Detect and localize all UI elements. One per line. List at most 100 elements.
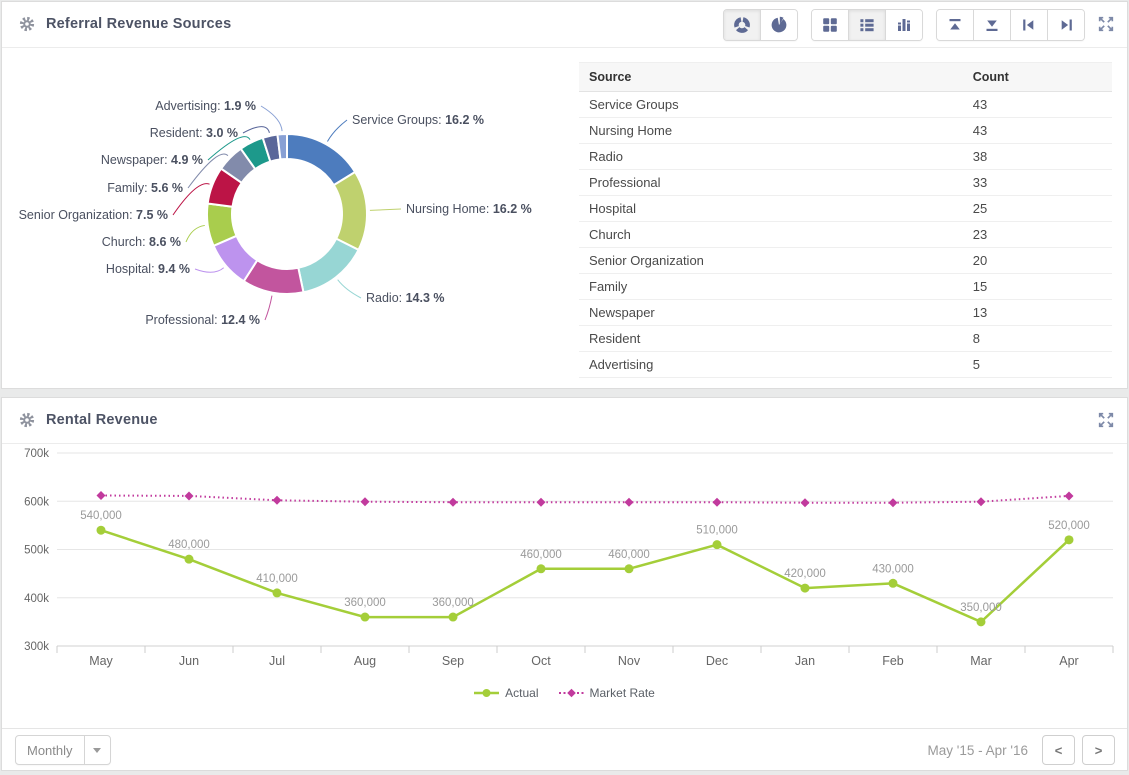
- table-row: Advertising5: [579, 352, 1112, 378]
- expand-panel-button[interactable]: [1097, 15, 1115, 33]
- market-rate-marker: [361, 497, 370, 506]
- x-axis-category-label: Jun: [179, 654, 199, 668]
- source-cell: Professional: [579, 170, 963, 196]
- x-axis-category-label: Apr: [1059, 654, 1078, 668]
- page-title: Rental Revenue: [46, 412, 158, 428]
- donut-slice-label: Nursing Home: 16.2 %: [406, 202, 532, 216]
- expand-icon: [1097, 15, 1115, 33]
- actual-marker: [889, 579, 898, 588]
- interval-select[interactable]: Monthly: [15, 735, 111, 765]
- source-cell: Family: [579, 274, 963, 300]
- gear-icon: [18, 411, 36, 429]
- count-cell: 43: [963, 118, 1112, 144]
- actual-series-line: [101, 530, 1069, 622]
- actual-marker: [713, 540, 722, 549]
- data-label: 360,000: [344, 597, 386, 609]
- source-cell: Radio: [579, 144, 963, 170]
- legend-item-market-rate[interactable]: Market Rate: [559, 686, 655, 700]
- x-axis-category-label: Jul: [269, 654, 285, 668]
- data-label: 510,000: [696, 525, 738, 537]
- scroll-to-top-button[interactable]: [937, 10, 974, 40]
- count-cell: 5: [963, 352, 1112, 378]
- donut-label-connector: [243, 127, 269, 133]
- x-axis-category-label: Feb: [882, 654, 904, 668]
- chevron-down-icon: [93, 748, 101, 757]
- list-view-button[interactable]: [849, 10, 886, 40]
- table-row: Hospital25: [579, 196, 1112, 222]
- x-axis-category-label: May: [89, 654, 113, 668]
- y-axis-tick-label: 600k: [24, 496, 49, 508]
- count-cell: 25: [963, 196, 1112, 222]
- market-rate-marker: [273, 496, 282, 505]
- legend-item-actual[interactable]: Actual: [474, 686, 538, 700]
- panel-header: Rental Revenue: [2, 398, 1127, 444]
- settings-gear-icon[interactable]: [18, 411, 36, 429]
- prev-range-button[interactable]: <: [1042, 735, 1075, 765]
- donut-label-connector: [370, 209, 401, 210]
- interval-select-value: Monthly: [16, 743, 84, 758]
- x-axis-category-label: Oct: [531, 654, 551, 668]
- data-label: 480,000: [168, 539, 210, 551]
- data-label: 420,000: [784, 568, 826, 580]
- table-row: Professional33: [579, 170, 1112, 196]
- grid-view-button[interactable]: [812, 10, 849, 40]
- count-cell: 15: [963, 274, 1112, 300]
- skip-to-start-button[interactable]: [1011, 10, 1048, 40]
- x-axis-category-label: Jan: [795, 654, 815, 668]
- gear-icon: [18, 15, 36, 33]
- market-rate-marker: [977, 497, 986, 506]
- donut-label-connector: [186, 225, 205, 242]
- donut-chart-button[interactable]: [724, 10, 761, 40]
- skip-to-end-button[interactable]: [1048, 10, 1084, 40]
- source-cell: Hospital: [579, 196, 963, 222]
- y-axis-tick-label: 300k: [24, 641, 49, 653]
- market-rate-marker: [449, 498, 458, 507]
- actual-marker: [361, 613, 370, 622]
- panel-footer: Monthly May '15 - Apr '16 < >: [2, 728, 1127, 770]
- data-label: 430,000: [872, 563, 914, 575]
- chart-type-group: [723, 9, 798, 41]
- donut-slice-label: Senior Organization: 7.5 %: [19, 208, 168, 222]
- table-row: Senior Organization20: [579, 248, 1112, 274]
- source-cell: Advertising: [579, 352, 963, 378]
- market-rate-marker: [889, 498, 898, 507]
- settings-gear-icon[interactable]: [18, 15, 36, 33]
- table-header-row: Source Count: [579, 63, 1112, 92]
- market-rate-marker: [1065, 491, 1074, 500]
- x-axis-category-label: Nov: [618, 654, 641, 668]
- donut-slice-nursing-home[interactable]: [334, 172, 367, 250]
- scroll-to-bottom-button[interactable]: [974, 10, 1011, 40]
- data-label: 350,000: [960, 602, 1002, 614]
- source-cell: Resident: [579, 326, 963, 352]
- interval-select-arrow[interactable]: [84, 736, 110, 764]
- column-view-button[interactable]: [886, 10, 922, 40]
- referral-revenue-sources-panel: Referral Revenue Sources: [1, 1, 1128, 389]
- column-header-source: Source: [579, 63, 963, 92]
- donut-label-connector: [327, 120, 347, 142]
- table-row: Newspaper13: [579, 300, 1112, 326]
- donut-slice-radio[interactable]: [298, 239, 358, 293]
- count-cell: 23: [963, 222, 1112, 248]
- legend-label: Actual: [505, 686, 538, 700]
- donut-slice-label: Church: 8.6 %: [102, 235, 181, 249]
- skip-to-end-icon: [1057, 16, 1075, 34]
- donut-slice-label: Newspaper: 4.9 %: [101, 153, 203, 167]
- expand-icon: [1097, 411, 1115, 429]
- date-range-label: May '15 - Apr '16: [928, 743, 1028, 758]
- panel-header: Referral Revenue Sources: [2, 2, 1127, 48]
- x-axis-category-label: Mar: [970, 654, 992, 668]
- actual-marker: [273, 588, 282, 597]
- table-row: Radio38: [579, 144, 1112, 170]
- list-icon: [858, 16, 876, 34]
- expand-panel-button[interactable]: [1097, 411, 1115, 429]
- next-range-button[interactable]: >: [1082, 735, 1115, 765]
- actual-marker: [185, 555, 194, 564]
- data-label: 360,000: [432, 597, 474, 609]
- pie-chart-button[interactable]: [761, 10, 797, 40]
- data-label: 460,000: [608, 549, 650, 561]
- rental-revenue-panel: Rental Revenue 700k600k500k400k300kMayJu…: [1, 397, 1128, 771]
- data-label: 410,000: [256, 573, 298, 585]
- referral-donut-chart: Service Groups: 16.2 %Nursing Home: 16.2…: [2, 48, 579, 388]
- view-mode-group: [811, 9, 923, 41]
- x-axis-category-label: Sep: [442, 654, 464, 668]
